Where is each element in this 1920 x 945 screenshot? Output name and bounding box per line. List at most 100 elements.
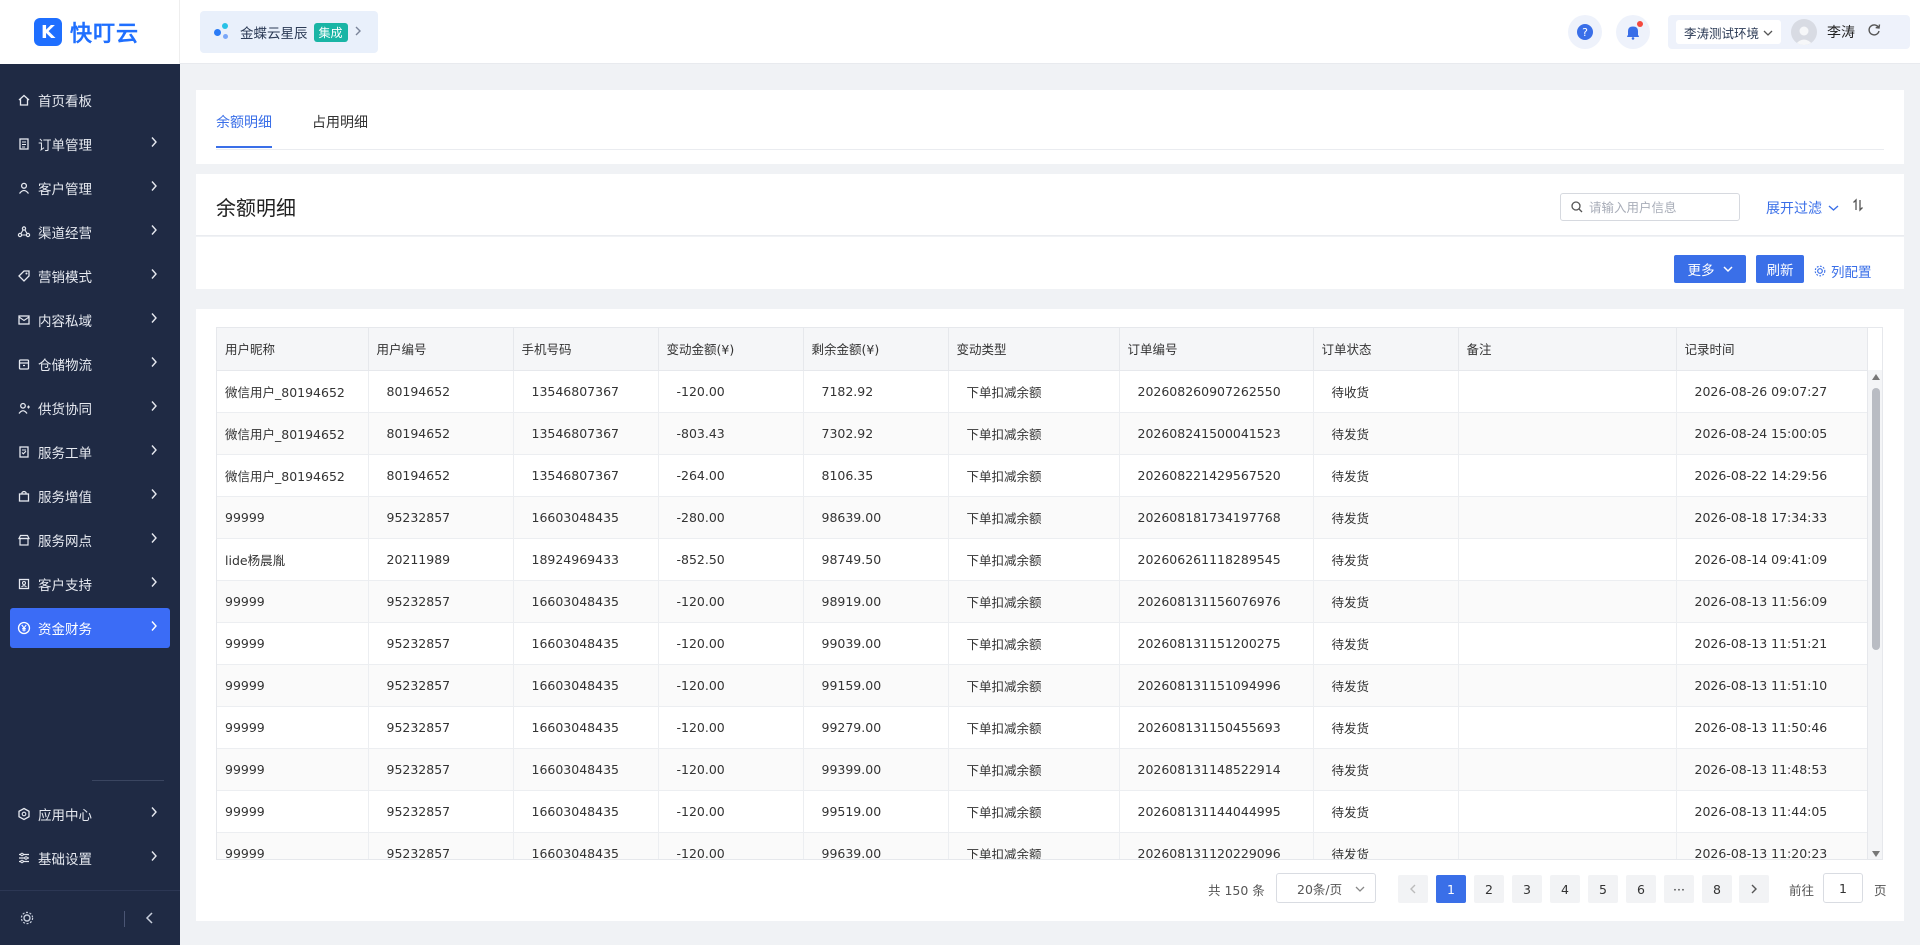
table-row[interactable]: 99999 95232857 16603048435 -120.00 99039.00 下… bbox=[217, 622, 1868, 665]
table-row[interactable]: 99999 95232857 16603048435 -120.00 99399.00 下… bbox=[217, 748, 1868, 791]
refresh-button[interactable]: 刷新 bbox=[1756, 255, 1804, 283]
integration-tag: 集成 bbox=[313, 22, 348, 42]
table-row[interactable]: 99999 95232857 16603048435 -120.00 98919.00 下… bbox=[217, 580, 1868, 623]
help-button[interactable]: ? bbox=[1568, 15, 1602, 49]
tab-balance-detail[interactable]: 余额明细 bbox=[216, 112, 272, 148]
table-cell: 微信用户_80194652 bbox=[217, 412, 369, 455]
page-button[interactable]: 5 bbox=[1588, 875, 1618, 903]
column-header[interactable]: 手机号码 bbox=[513, 328, 659, 371]
next-page-button[interactable] bbox=[1739, 875, 1769, 903]
table-cell bbox=[1458, 832, 1677, 859]
table-cell: 下单扣减余额 bbox=[948, 454, 1120, 497]
sidebar-item-8[interactable]: 服务工单 bbox=[10, 432, 170, 472]
sidebar-item-label: 供货协同 bbox=[38, 402, 92, 418]
sidebar-item-3[interactable]: 渠道经营 bbox=[10, 212, 170, 252]
table-cell: 16603048435 bbox=[513, 622, 659, 665]
column-header[interactable]: 剩余金额(¥) bbox=[803, 328, 949, 371]
refresh-icon[interactable] bbox=[1867, 23, 1881, 41]
table-cell: 2026-08-13 11:44:05 bbox=[1676, 790, 1868, 833]
filter-bar: 余额明细 展开过滤 bbox=[196, 174, 1904, 236]
table-row[interactable]: 微信用户_80194652 80194652 13546807367 -120.00 7… bbox=[217, 370, 1868, 413]
table-cell: 99999 bbox=[217, 622, 369, 665]
table-cell: 待发货 bbox=[1313, 832, 1459, 859]
table-cell: 202608181734197768 bbox=[1119, 496, 1314, 539]
sidebar-item-6[interactable]: 仓储物流 bbox=[10, 344, 170, 384]
sidebar-item-5[interactable]: 内容私域 bbox=[10, 300, 170, 340]
goto-page-input[interactable] bbox=[1823, 873, 1863, 903]
table-row[interactable]: 99999 95232857 16603048435 -120.00 99159.00 下… bbox=[217, 664, 1868, 707]
column-header[interactable]: 订单状态 bbox=[1313, 328, 1459, 371]
table-row[interactable]: 99999 95232857 16603048435 -120.00 99519.00 下… bbox=[217, 790, 1868, 833]
nav-divider bbox=[92, 780, 164, 781]
environment-select[interactable]: 李涛测试环境 bbox=[1676, 20, 1782, 44]
sidebar-item-4[interactable]: 营销模式 bbox=[10, 256, 170, 296]
sort-icon[interactable] bbox=[1852, 198, 1864, 216]
table-row[interactable]: 99999 95232857 16603048435 -280.00 98639.00 下… bbox=[217, 496, 1868, 539]
table-row[interactable]: 微信用户_80194652 80194652 13546807367 -803.43 7… bbox=[217, 412, 1868, 455]
column-header[interactable]: 用户编号 bbox=[368, 328, 514, 371]
page-button[interactable]: 3 bbox=[1512, 875, 1542, 903]
tab-occupied-detail[interactable]: 占用明细 bbox=[312, 112, 368, 146]
table-cell: 202608131156076976 bbox=[1119, 580, 1314, 623]
table-scrollbar[interactable] bbox=[1867, 370, 1882, 859]
page-button[interactable]: 1 bbox=[1436, 875, 1466, 903]
table-cell: 202608131120229096 bbox=[1119, 832, 1314, 859]
gear-icon bbox=[1814, 265, 1826, 277]
theme-settings-icon[interactable] bbox=[20, 911, 34, 929]
column-header[interactable]: 订单编号 bbox=[1119, 328, 1314, 371]
table-row[interactable]: 微信用户_80194652 80194652 13546807367 -264.00 8… bbox=[217, 454, 1868, 497]
page-size-label: 20条/页 bbox=[1297, 881, 1343, 897]
table-row[interactable]: lide杨晨胤 20211989 18924969433 -852.50 98749.5… bbox=[217, 538, 1868, 581]
more-button[interactable]: 更多 bbox=[1674, 255, 1746, 283]
sidebar-item-0[interactable]: 首页看板 bbox=[10, 80, 170, 120]
sidebar-item-bottom-0[interactable]: 应用中心 bbox=[10, 794, 170, 834]
scroll-up-icon[interactable] bbox=[1872, 374, 1880, 380]
column-header[interactable]: 变动金额(¥) bbox=[658, 328, 804, 371]
table-cell: 2026-08-18 17:34:33 bbox=[1676, 496, 1868, 539]
column-header[interactable]: 变动类型 bbox=[948, 328, 1120, 371]
column-header[interactable]: 用户昵称 bbox=[217, 328, 369, 371]
prev-page-button[interactable] bbox=[1398, 875, 1428, 903]
chevron-right-icon bbox=[150, 620, 158, 636]
table-cell: 下单扣减余额 bbox=[948, 370, 1120, 413]
more-pages-button[interactable]: ··· bbox=[1664, 875, 1694, 903]
notification-button[interactable] bbox=[1616, 15, 1650, 49]
page-unit-label: 页 bbox=[1874, 883, 1887, 898]
sidebar-item-11[interactable]: 客户支持 bbox=[10, 564, 170, 604]
integration-switcher[interactable]: 金蝶云星辰 集成 bbox=[200, 11, 378, 53]
scroll-thumb[interactable] bbox=[1872, 388, 1880, 650]
table-cell: 7182.92 bbox=[803, 370, 949, 413]
column-config-button[interactable]: 列配置 bbox=[1814, 261, 1872, 281]
sidebar-item-10[interactable]: 服务网点 bbox=[10, 520, 170, 560]
search-input[interactable] bbox=[1589, 199, 1729, 215]
table-row[interactable]: 99999 95232857 16603048435 -120.00 99279.00 下… bbox=[217, 706, 1868, 749]
avatar[interactable] bbox=[1791, 19, 1818, 45]
table-row[interactable]: 99999 95232857 16603048435 -120.00 99639.00 下… bbox=[217, 832, 1868, 859]
table-cell: 99999 bbox=[217, 580, 369, 623]
page-button[interactable]: 4 bbox=[1550, 875, 1580, 903]
column-header[interactable]: 记录时间 bbox=[1676, 328, 1868, 371]
sidebar-item-2[interactable]: 客户管理 bbox=[10, 168, 170, 208]
chevron-down-icon bbox=[1722, 266, 1733, 273]
sidebar-item-1[interactable]: 订单管理 bbox=[10, 124, 170, 164]
collapse-sidebar-icon[interactable] bbox=[144, 911, 156, 929]
table-cell bbox=[1458, 412, 1677, 455]
table-cell: 待发货 bbox=[1313, 454, 1459, 497]
column-header[interactable]: 备注 bbox=[1458, 328, 1677, 371]
page-button[interactable]: 2 bbox=[1474, 875, 1504, 903]
chevron-right-icon bbox=[150, 180, 158, 196]
brand[interactable]: K 快叮云 bbox=[0, 0, 180, 64]
page-size-select[interactable]: 20条/页 bbox=[1276, 873, 1376, 903]
search-box[interactable] bbox=[1560, 193, 1740, 221]
page-button[interactable]: 6 bbox=[1626, 875, 1656, 903]
sidebar-item-bottom-1[interactable]: 基础设置 bbox=[10, 838, 170, 878]
expand-filter-button[interactable]: 展开过滤 bbox=[1766, 198, 1839, 218]
page-button[interactable]: 8 bbox=[1702, 875, 1732, 903]
table-cell: -120.00 bbox=[658, 580, 804, 623]
user-name[interactable]: 李涛 bbox=[1827, 22, 1855, 42]
sidebar-bottom-nav: 应用中心 基础设置 bbox=[0, 790, 180, 882]
sidebar-item-9[interactable]: 服务增值 bbox=[10, 476, 170, 516]
sidebar-item-7[interactable]: 供货协同 bbox=[10, 388, 170, 428]
sidebar-item-12[interactable]: 资金财务 bbox=[10, 608, 170, 648]
scroll-down-icon[interactable] bbox=[1872, 851, 1880, 857]
